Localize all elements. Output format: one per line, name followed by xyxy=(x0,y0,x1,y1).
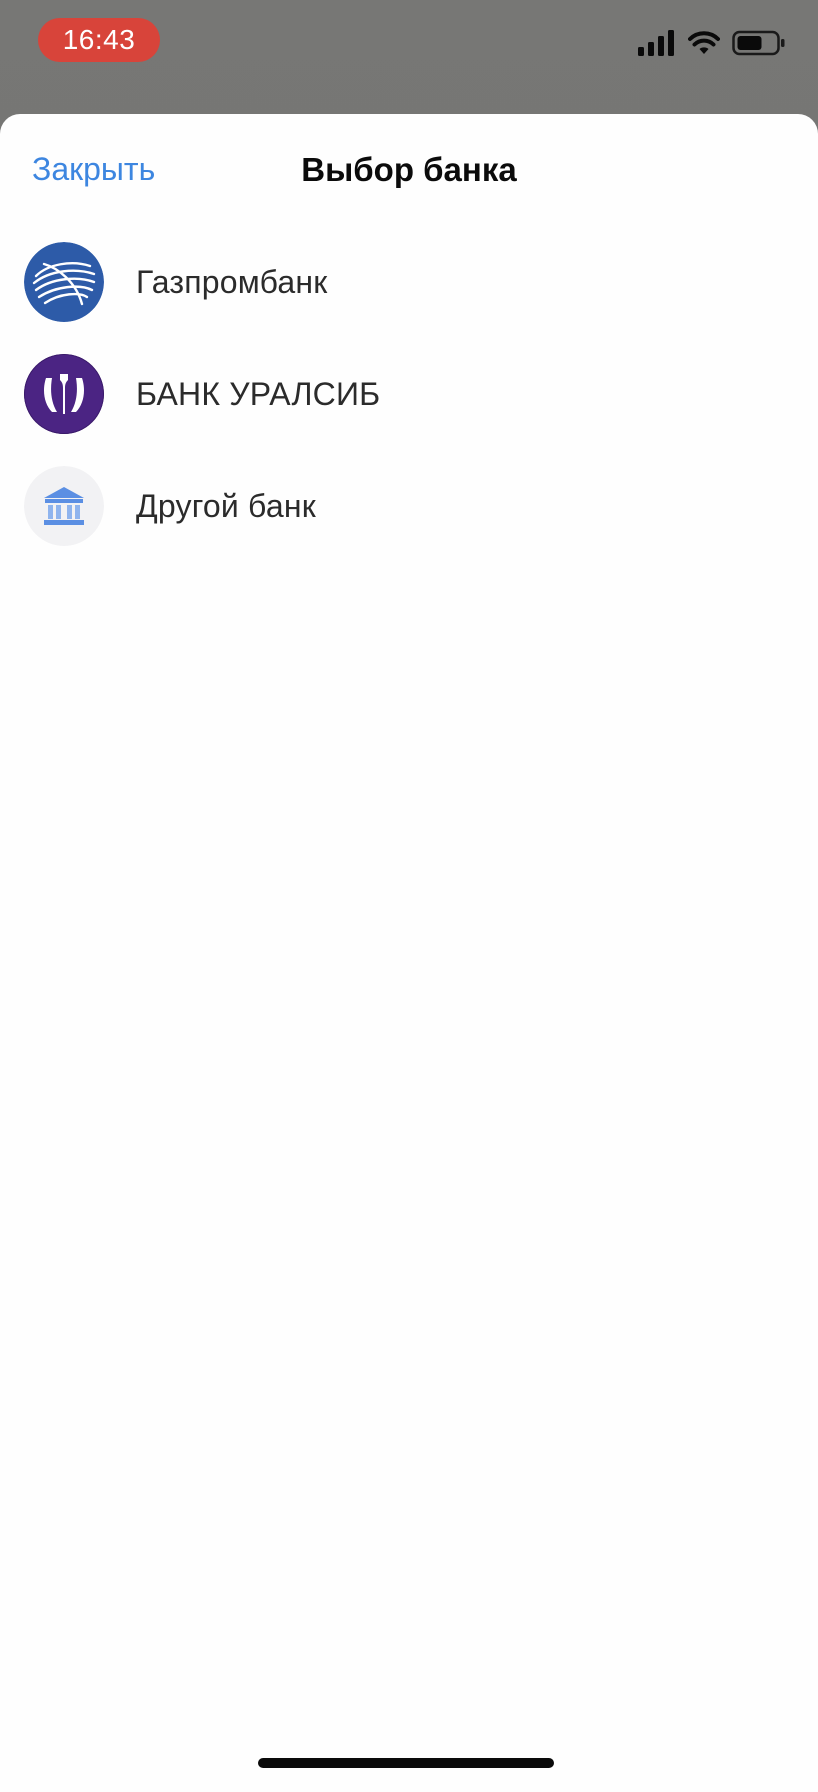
status-time-pill[interactable]: 16:43 xyxy=(38,18,160,62)
bank-item-gazprombank[interactable]: Газпромбанк xyxy=(0,226,818,338)
bank-item-other[interactable]: Другой банк xyxy=(0,450,818,562)
bank-name: Газпромбанк xyxy=(136,263,328,300)
status-bar: 16:43 xyxy=(0,0,818,86)
bank-name: БАНК УРАЛСИБ xyxy=(136,375,381,412)
bank-list: Газпромбанк БАНК УРАЛСИБ Другой банк xyxy=(0,226,818,562)
bank-item-uralsib[interactable]: БАНК УРАЛСИБ xyxy=(0,338,818,450)
status-time: 16:43 xyxy=(62,24,136,55)
cellular-signal-icon xyxy=(638,30,674,56)
gazprombank-logo-icon xyxy=(24,242,104,322)
sheet-header: Закрыть Выбор банка xyxy=(0,114,818,226)
home-indicator[interactable] xyxy=(258,1758,554,1768)
bank-selection-sheet: Закрыть Выбор банка Газпромбанк БАНК УРА… xyxy=(0,114,818,1792)
wifi-icon xyxy=(688,31,720,54)
uralsib-logo-icon xyxy=(24,354,104,434)
bank-name: Другой банк xyxy=(136,487,316,524)
sheet-title: Выбор банка xyxy=(301,151,517,188)
bank-building-icon xyxy=(24,466,104,546)
battery-icon xyxy=(732,30,785,56)
screen: 16:43 Закрыть Выбор банка Газпромбанк БА… xyxy=(0,0,818,1792)
status-icons xyxy=(638,30,786,56)
